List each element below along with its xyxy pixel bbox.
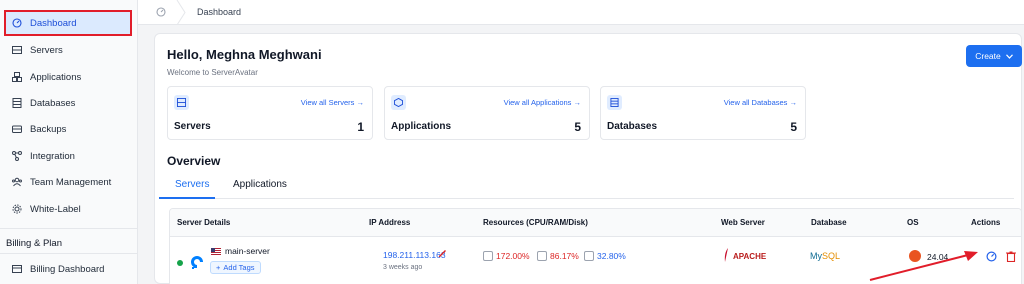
cpu-usage: 172.00% — [483, 251, 530, 261]
white-label-icon — [12, 204, 22, 214]
edit-pencil-icon[interactable] — [438, 249, 447, 258]
tabs-divider — [159, 198, 1014, 199]
sidebar-item-white-label[interactable]: White-Label — [4, 197, 132, 221]
sidebar-item-label: White-Label — [30, 203, 81, 215]
online-status-dot — [177, 260, 183, 266]
stat-card-applications: View all Applications → Applications 5 — [384, 86, 590, 140]
ram-usage: 86.17% — [537, 251, 579, 261]
stat-card-databases: View all Databases → Databases 5 — [600, 86, 806, 140]
server-icon — [174, 95, 189, 110]
ip-address-link[interactable]: 198.211.113.163 — [383, 250, 446, 260]
stat-card-servers: View all Servers → Servers 1 — [167, 86, 373, 140]
sidebar-divider — [0, 228, 138, 229]
database-icon — [12, 98, 22, 108]
column-header: Actions — [971, 218, 1001, 227]
active-tab-indicator — [159, 197, 215, 199]
mysql-logo-my: My — [810, 251, 822, 261]
overview-heading: Overview — [167, 154, 221, 168]
breadcrumb[interactable]: Dashboard — [197, 7, 241, 17]
tab-servers[interactable]: Servers — [175, 179, 209, 190]
add-tags-label: Add Tags — [223, 263, 255, 272]
sidebar-divider — [0, 253, 138, 254]
disk-usage: 32.80% — [584, 251, 626, 261]
billing-icon — [12, 264, 22, 274]
sidebar-item-label: Integration — [30, 150, 75, 162]
stat-count: 1 — [357, 120, 364, 134]
stat-name: Applications — [391, 121, 452, 132]
page-title: Hello, Meghna Meghwani — [167, 47, 322, 62]
tab-applications[interactable]: Applications — [233, 179, 287, 190]
sidebar-item-label: Servers — [30, 44, 63, 56]
stat-count: 5 — [790, 120, 797, 134]
integration-icon — [12, 151, 22, 161]
apache-feather-icon — [723, 248, 729, 264]
column-header: Web Server — [721, 218, 765, 227]
column-header: Resources (CPU/RAM/Disk) — [483, 218, 588, 227]
sidebar-section-title: Billing & Plan — [6, 238, 62, 249]
annotation-arrow — [869, 251, 978, 281]
sidebar-item-backups[interactable]: Backups — [4, 117, 132, 141]
chevron-down-icon — [1005, 51, 1013, 61]
breadcrumb-separator-icon — [176, 0, 186, 26]
stat-name: Databases — [607, 121, 658, 132]
sidebar-item-label: Billing Dashboard — [30, 263, 105, 275]
ip-timestamp: 3 weeks ago — [383, 264, 423, 271]
plus-icon: + — [216, 263, 221, 272]
stat-count: 5 — [574, 120, 581, 134]
sidebar-item-billing-dashboard[interactable]: Billing Dashboard — [4, 257, 132, 281]
backup-icon — [12, 124, 22, 134]
sidebar-item-integration[interactable]: Integration — [4, 144, 132, 168]
mysql-logo-sql: SQL — [822, 251, 841, 261]
sidebar-item-label: Applications — [30, 71, 82, 83]
apache-logo: APACHE — [723, 248, 766, 264]
column-header: OS — [907, 218, 919, 227]
stat-name: Servers — [174, 121, 211, 132]
create-button[interactable]: Create — [966, 45, 1022, 67]
ram-icon — [537, 251, 547, 261]
ram-value: 86.17% — [550, 251, 579, 261]
red-highlight-box — [4, 10, 132, 36]
welcome-subtitle: Welcome to ServerAvatar — [167, 68, 258, 77]
home-dashboard-icon[interactable] — [156, 7, 166, 17]
sidebar-item-servers[interactable]: Servers — [4, 38, 132, 62]
mysql-logo: MySQL — [810, 251, 840, 261]
server-icon — [12, 45, 22, 55]
sidebar-item-label: Backups — [30, 123, 67, 135]
view-all-applications-link[interactable]: View all Applications → — [504, 98, 581, 107]
cpu-icon — [483, 251, 493, 261]
view-all-servers-link[interactable]: View all Servers → — [301, 98, 364, 107]
web-server-name: APACHE — [733, 251, 767, 261]
column-header: Database — [811, 218, 847, 227]
disk-icon — [584, 251, 594, 261]
delete-trash-icon[interactable] — [1006, 251, 1016, 263]
sidebar-item-label: Databases — [30, 97, 76, 109]
applications-icon — [391, 95, 406, 110]
sidebar-item-databases[interactable]: Databases — [4, 91, 132, 115]
server-name-link[interactable]: main-server — [225, 246, 270, 256]
us-flag-icon — [211, 247, 221, 255]
add-tags-button[interactable]: + Add Tags — [210, 261, 261, 274]
create-button-label: Create — [975, 51, 1001, 61]
team-icon — [12, 177, 22, 187]
digitalocean-logo-icon — [188, 253, 206, 271]
disk-value: 32.80% — [597, 251, 626, 261]
applications-icon — [12, 72, 22, 82]
top-bar: Dashboard — [138, 0, 1024, 26]
database-icon — [607, 95, 622, 110]
view-all-databases-link[interactable]: View all Databases → — [724, 98, 797, 107]
column-header: IP Address — [369, 218, 411, 227]
sidebar: Dashboard Servers Applications Databases… — [0, 0, 138, 284]
cpu-value: 172.00% — [496, 251, 530, 261]
column-header: Server Details — [177, 218, 231, 227]
sidebar-item-applications[interactable]: Applications — [4, 65, 132, 89]
sidebar-item-label: Team Management — [30, 176, 112, 188]
sidebar-item-team-management[interactable]: Team Management — [4, 170, 132, 194]
table-header: Server Details IP Address Resources (CPU… — [170, 209, 1021, 237]
dashboard-action-icon[interactable] — [986, 251, 997, 262]
